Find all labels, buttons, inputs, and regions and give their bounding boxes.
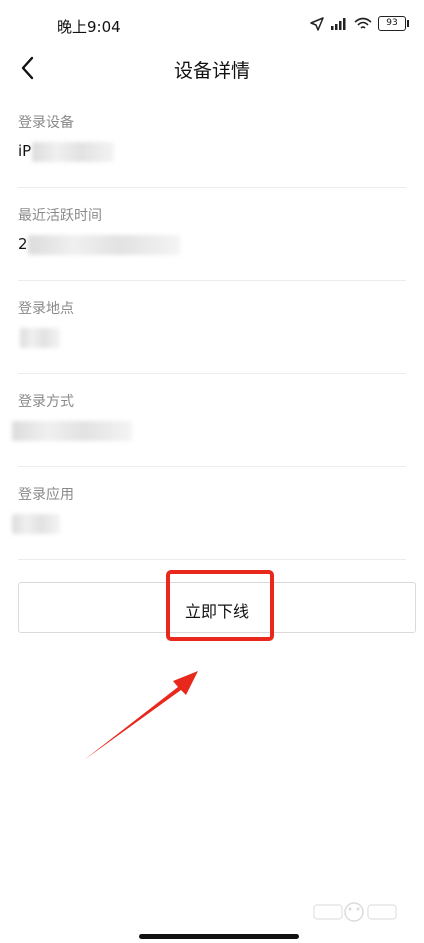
redacted-value (32, 142, 114, 162)
annotation-arrow-icon (84, 671, 198, 760)
info-item-last-active: 最近活跃时间 2 (18, 188, 406, 281)
status-bar: 晚上9:04 93 (0, 0, 424, 50)
info-label: 登录方式 (18, 394, 74, 410)
status-icons: 93 (310, 16, 409, 31)
redacted-value (20, 328, 60, 348)
annotation-highlight-box (166, 570, 274, 641)
redacted-value (12, 514, 60, 534)
home-indicator[interactable] (139, 934, 299, 939)
info-item-login-app: 登录应用 (12, 467, 406, 560)
location-arrow-icon (310, 16, 324, 31)
wifi-icon (354, 17, 372, 29)
info-label: 最近活跃时间 (18, 208, 102, 224)
info-item-login-method: 登录方式 (12, 374, 406, 467)
nav-bar: 设备详情 (0, 50, 424, 86)
info-value: iP (18, 142, 32, 160)
info-value: 2 (18, 235, 28, 253)
cellular-signal-icon (331, 18, 346, 30)
info-item-login-location: 登录地点 (18, 281, 406, 374)
watermark-logo-icon (313, 902, 397, 922)
battery-icon: 93 (378, 16, 409, 31)
page-title: 设备详情 (173, 60, 250, 82)
status-time: 晚上9:04 (57, 18, 121, 36)
redacted-value (12, 421, 132, 441)
info-item-login-device: 登录设备 iP (18, 95, 406, 188)
info-label: 登录地点 (18, 301, 74, 317)
info-label: 登录设备 (18, 115, 74, 131)
redacted-value (28, 235, 180, 255)
device-info-list: 登录设备 iP 最近活跃时间 2 登录地点 登录方式 登录应用 (12, 95, 406, 560)
info-label: 登录应用 (18, 487, 74, 503)
